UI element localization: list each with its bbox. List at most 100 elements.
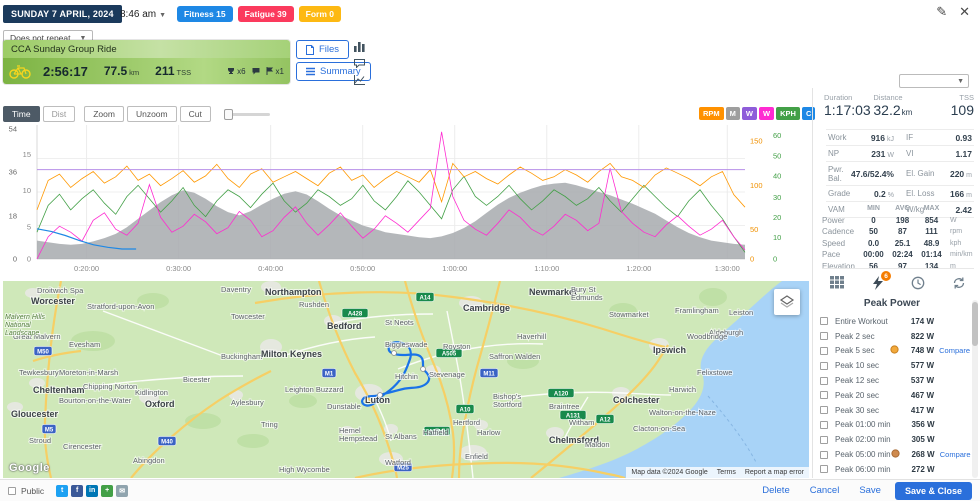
channel-toggle-kph-4[interactable]: KPH xyxy=(776,107,800,120)
peak-checkbox[interactable] xyxy=(820,376,828,385)
peak-checkbox[interactable] xyxy=(820,346,828,355)
map-label-aylesbury: Aylesbury xyxy=(231,398,264,407)
chevron-down-icon: ▼ xyxy=(159,12,167,19)
comment-icon[interactable] xyxy=(354,59,365,68)
map-label-bedford: Bedford xyxy=(327,321,362,331)
metric-badge-fitness[interactable]: Fitness 15 xyxy=(177,6,233,22)
peak-checkbox[interactable] xyxy=(820,361,828,370)
linkedin-icon[interactable]: in xyxy=(86,484,99,497)
map-label-ipswich: Ipswich xyxy=(653,345,686,355)
stats-unit: kph xyxy=(950,239,962,247)
map-terms-link[interactable]: Terms xyxy=(717,469,736,476)
compare-link[interactable]: Compare xyxy=(934,346,970,355)
metric-value: 47.6/52.4% xyxy=(850,168,894,179)
peak-checkbox[interactable] xyxy=(820,420,828,429)
peak-checkbox[interactable] xyxy=(820,450,828,459)
facebook-icon[interactable]: f xyxy=(71,484,84,497)
metric-badge-fatigue[interactable]: Fatigue 39 xyxy=(237,6,294,22)
delete-link[interactable]: Delete xyxy=(762,485,789,496)
peak-row: Peak 30 sec 417 W xyxy=(820,403,970,418)
dist-toggle-button[interactable]: Dist xyxy=(42,106,76,122)
map-label-royston: Royston xyxy=(443,342,471,351)
unzoom-button[interactable]: Unzoom xyxy=(126,106,177,122)
files-button[interactable]: Files xyxy=(296,40,350,59)
map-label-stortford: Stortford xyxy=(493,400,522,409)
peak-checkbox[interactable] xyxy=(820,406,828,415)
compare-link[interactable]: Compare xyxy=(935,450,971,459)
road-shield-m1: M1 xyxy=(321,368,337,378)
cancel-link[interactable]: Cancel xyxy=(810,485,840,496)
stats-name: Power xyxy=(822,215,845,225)
tab-refresh[interactable] xyxy=(952,276,966,293)
axis-tick: 50 xyxy=(750,225,758,234)
map-label-national: National xyxy=(5,322,31,329)
map-label-saffron-walden: Saffron Walden xyxy=(489,352,540,361)
scrollbar-thumb[interactable] xyxy=(972,302,978,346)
map-label-rushden: Rushden xyxy=(299,300,329,309)
channel-toggle-m-1[interactable]: M xyxy=(725,107,740,120)
share-icon[interactable]: + xyxy=(101,484,114,497)
save-link[interactable]: Save xyxy=(859,485,881,496)
tab-grid[interactable] xyxy=(830,276,844,293)
channel-toggle-c-5[interactable]: C xyxy=(801,107,816,120)
peak-row: Peak 5 sec 748 W Compare xyxy=(820,344,970,359)
x-axis-tick: 1:00:00 xyxy=(442,264,467,273)
map-label-bicester: Bicester xyxy=(183,375,211,384)
stats-min: 50 xyxy=(869,227,878,237)
peak-row: Peak 2 sec 822 W xyxy=(820,329,970,344)
peaks-panel-title: Peak Power xyxy=(863,298,921,309)
peak-row: Peak 02:00 min 305 W xyxy=(820,432,970,447)
metric-badge-form[interactable]: Form 0 xyxy=(298,6,341,22)
workout-card[interactable]: CCA Sunday Group Ride 2:56:17 77.5 km 211… xyxy=(3,40,290,84)
peak-checkbox[interactable] xyxy=(820,332,828,341)
svg-text:A14: A14 xyxy=(419,295,431,301)
map-label-northampton: Northampton xyxy=(265,287,322,297)
workout-graph[interactable]: 54 36 18 0 15 10 5 0 150 100 50 0 60 50 40 30 20 10 0 0:20:… xyxy=(3,121,809,279)
peak-checkbox[interactable] xyxy=(820,317,828,326)
map-label-walton-on-the-naze: Walton-on-the-Naze xyxy=(649,408,716,417)
axis-tick: 0 xyxy=(750,255,754,264)
map-layers-button[interactable] xyxy=(774,289,800,315)
peak-value: 268 W xyxy=(911,450,935,460)
start-time-dropdown[interactable]: 8:46 am ▼ xyxy=(120,9,166,20)
tab-time[interactable] xyxy=(911,276,925,293)
peak-checkbox[interactable] xyxy=(820,391,828,400)
panel-options-dropdown[interactable]: ▼ xyxy=(899,74,969,88)
trend-icon[interactable] xyxy=(354,75,365,85)
public-checkbox[interactable] xyxy=(8,486,16,495)
channel-toggle-w-2[interactable]: W xyxy=(741,107,758,120)
road-shield-m50: M50 xyxy=(33,346,53,356)
channel-toggle-w-3[interactable]: W xyxy=(759,107,775,120)
tab-peaks[interactable]: 6 xyxy=(871,271,891,293)
peaks-list: Entire Workout 174 W Peak 2 sec 822 W Peak 5… xyxy=(820,314,971,477)
route-map[interactable]: M50 M5 M40 M1 M11 M25 A14 A1(M) A10 A505 A120 A131 A… xyxy=(3,281,809,478)
x-axis-tick: 1:20:00 xyxy=(626,264,651,273)
smoothing-slider[interactable] xyxy=(223,108,270,120)
time-toggle-button[interactable]: Time xyxy=(3,106,40,122)
slider-handle[interactable] xyxy=(223,108,233,120)
map-report-link[interactable]: Report a map error xyxy=(745,469,804,476)
edit-icon[interactable]: ✎ xyxy=(936,4,947,20)
zoom-button[interactable]: Zoom xyxy=(84,106,124,122)
panel-scrollbar[interactable] xyxy=(972,300,978,478)
peak-checkbox[interactable] xyxy=(820,435,828,444)
axis-tick: 0 xyxy=(773,255,777,264)
email-icon[interactable]: ✉ xyxy=(116,484,129,497)
save-close-button[interactable]: Save & Close xyxy=(894,481,972,500)
stats-min: 0 xyxy=(871,215,876,225)
peak-checkbox[interactable] xyxy=(820,465,828,474)
metric-vi: VI 1.17 xyxy=(904,146,974,161)
close-icon[interactable]: ✕ xyxy=(959,4,970,20)
bar-chart-icon[interactable] xyxy=(354,42,365,52)
trophy-icon xyxy=(890,345,901,356)
map-label-stratford-upon-avon: Stratford-upon-Avon xyxy=(87,302,154,311)
cut-button[interactable]: Cut xyxy=(179,106,211,122)
twitter-icon[interactable]: t xyxy=(56,484,69,497)
map-label-bourton-on-the-water: Bourton-on-the-Water xyxy=(59,396,132,405)
metric-unit: m xyxy=(966,171,972,179)
peak-label: Entire Workout xyxy=(835,316,888,326)
workout-tss: 211 xyxy=(155,64,175,78)
road-shield-m40: M40 xyxy=(157,436,177,446)
channel-toggle-rpm-0[interactable]: RPM xyxy=(699,107,724,120)
list-icon xyxy=(306,67,315,76)
